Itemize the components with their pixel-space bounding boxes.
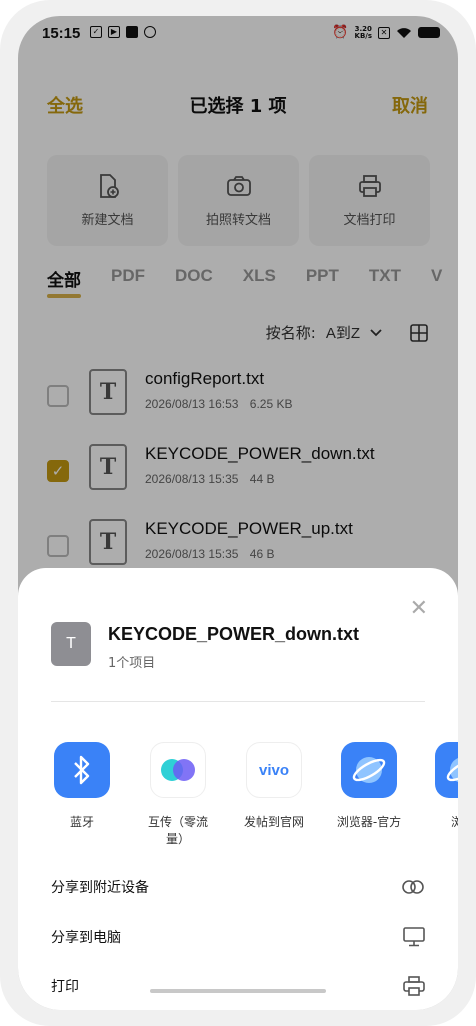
close-icon[interactable]: ✕ — [410, 596, 428, 621]
print-row[interactable]: 打印 — [51, 971, 425, 1001]
shared-file-name: KEYCODE_POWER_down.txt — [108, 624, 360, 644]
share-sheet: ✕ T KEYCODE_POWER_down.txt 1个项目 蓝牙 互传（零流… — [18, 568, 458, 1010]
share-app-transfer[interactable]: 互传（零流量） — [138, 742, 218, 848]
bluetooth-icon — [54, 742, 110, 798]
share-nearby-row[interactable]: 分享到附近设备 — [51, 872, 425, 902]
screen: 15:15 ✓ ▶ ⏰ 3.20 KB/s ✕ 已选择 1 项 全选 取消 新建… — [18, 16, 458, 1010]
print-label: 打印 — [51, 979, 79, 995]
share-app-vivo[interactable]: vivo 发帖到官网 — [234, 742, 314, 831]
share-app-row: 蓝牙 互传（零流量） vivo 发帖到官网 浏览器-官方 浏 — [18, 742, 458, 862]
home-indicator[interactable] — [150, 989, 326, 993]
share-app-label: 互传（零流量） — [147, 815, 208, 846]
share-app-label: 浏览器-官方 — [336, 815, 402, 829]
share-app-label: 发帖到官网 — [243, 815, 304, 829]
share-app-browser-2[interactable]: 浏览 — [423, 742, 458, 831]
share-pc-row[interactable]: 分享到电脑 — [51, 922, 425, 952]
transfer-icon — [150, 742, 206, 798]
share-app-label: 蓝牙 — [69, 815, 94, 829]
shared-file-icon: T — [51, 622, 91, 666]
shared-item-count: 1个项目 — [108, 656, 156, 671]
share-pc-label: 分享到电脑 — [51, 930, 121, 946]
printer-icon — [403, 976, 425, 996]
vivo-icon: vivo — [246, 742, 302, 798]
divider — [51, 701, 425, 702]
share-app-bluetooth[interactable]: 蓝牙 — [42, 742, 122, 831]
link-icon — [402, 880, 424, 894]
monitor-icon — [403, 927, 425, 947]
browser-icon — [341, 742, 397, 798]
browser-icon — [435, 742, 458, 798]
share-nearby-label: 分享到附近设备 — [51, 880, 149, 896]
share-app-browser[interactable]: 浏览器-官方 — [329, 742, 409, 831]
share-app-label: 浏览 — [450, 815, 458, 829]
